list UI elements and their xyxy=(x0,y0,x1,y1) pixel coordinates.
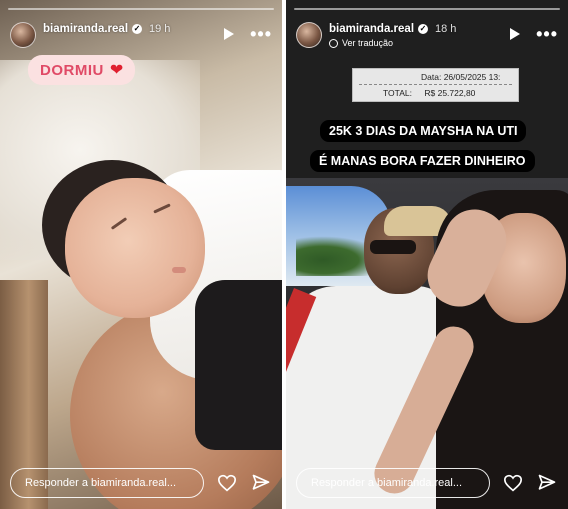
heart-icon[interactable] xyxy=(216,472,238,494)
text-sticker: DORMIU ❤ xyxy=(28,55,136,85)
receipt-total-value: R$ 25.722,80 xyxy=(424,88,476,98)
receipt-date-label: Data: xyxy=(421,72,442,82)
avatar[interactable] xyxy=(10,22,36,48)
reply-placeholder: Responder a biamiranda.real... xyxy=(311,477,463,489)
heart-emoji-icon: ❤ xyxy=(109,62,124,79)
story-progress-bar xyxy=(8,8,274,10)
more-icon[interactable]: ••• xyxy=(536,25,558,43)
verified-badge-icon: ✓ xyxy=(418,24,429,34)
reply-bar: Responder a biamiranda.real... xyxy=(10,467,272,499)
reply-input[interactable]: Responder a biamiranda.real... xyxy=(296,468,490,498)
verified-badge-icon: ✓ xyxy=(132,24,143,34)
username[interactable]: biamiranda.real xyxy=(329,23,414,35)
heart-icon[interactable] xyxy=(502,472,524,494)
reply-bar: Responder a biamiranda.real... xyxy=(296,467,558,499)
play-icon[interactable] xyxy=(510,28,521,40)
reply-input[interactable]: Responder a biamiranda.real... xyxy=(10,468,204,498)
story-progress-bar xyxy=(294,8,560,10)
play-icon[interactable] xyxy=(224,28,235,40)
avatar[interactable] xyxy=(296,22,322,48)
time-ago: 19 h xyxy=(149,23,171,35)
baby-face-image xyxy=(65,178,205,318)
translate-label: Ver tradução xyxy=(342,38,394,48)
story-header: biamiranda.real ✓ 18 h Ver tradução ••• xyxy=(296,22,558,50)
reply-placeholder: Responder a biamiranda.real... xyxy=(25,477,177,489)
receipt-total-label: TOTAL: xyxy=(383,88,412,98)
sticker-text: DORMIU xyxy=(40,61,104,79)
sunglasses-image xyxy=(370,240,416,254)
globe-icon xyxy=(329,38,338,48)
baby-mouth-image xyxy=(172,267,186,273)
time-ago: 18 h xyxy=(435,23,457,35)
send-icon[interactable] xyxy=(536,472,558,494)
story-left[interactable]: biamiranda.real ✓ 19 h ••• DORMIU ❤ Resp… xyxy=(0,0,282,509)
receipt-image: Data: 26/05/2025 13: TOTAL: R$ 25.722,80 xyxy=(352,68,519,102)
more-icon[interactable]: ••• xyxy=(250,25,272,43)
send-icon[interactable] xyxy=(250,472,272,494)
caption-text-2: É MANAS BORA FAZER DINHEIRO xyxy=(310,150,535,172)
receipt-date-value: 26/05/2025 13: xyxy=(443,72,501,82)
see-translation-link[interactable]: Ver tradução xyxy=(329,38,456,48)
username[interactable]: biamiranda.real xyxy=(43,23,128,35)
story-header: biamiranda.real ✓ 19 h ••• xyxy=(10,22,272,50)
shirt-image xyxy=(195,280,282,450)
receipt-divider xyxy=(359,84,512,85)
story-right[interactable]: biamiranda.real ✓ 18 h Ver tradução ••• … xyxy=(286,0,568,509)
caption-text-1: 25K 3 DIAS DA MAYSHA NA UTI xyxy=(320,120,527,142)
